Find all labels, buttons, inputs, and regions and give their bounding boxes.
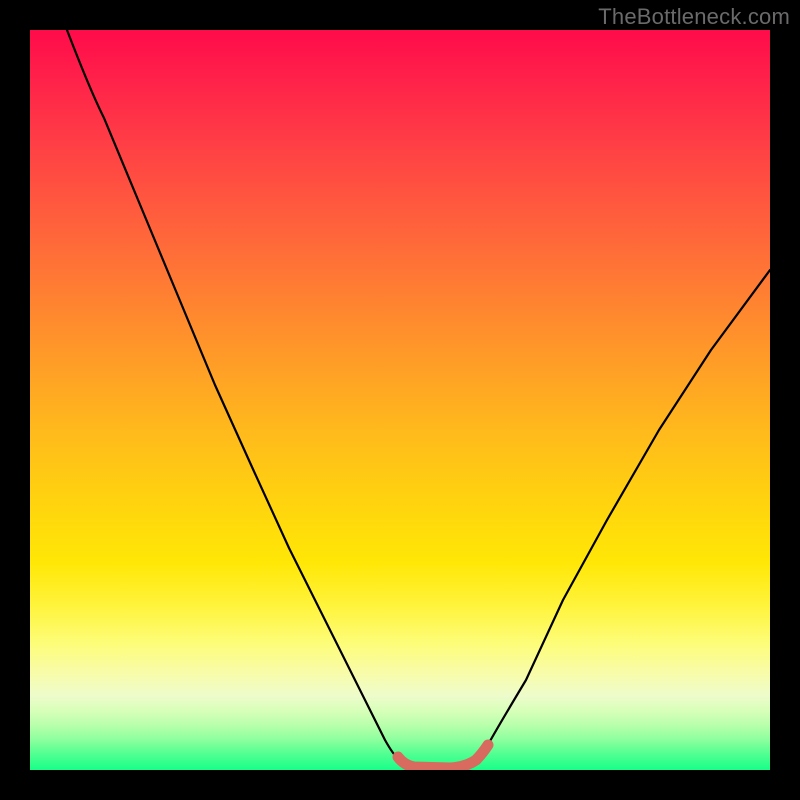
optimal-range-highlight — [398, 745, 488, 768]
watermark-text: TheBottleneck.com — [598, 4, 790, 30]
chart-frame: TheBottleneck.com — [0, 0, 800, 800]
chart-svg — [30, 30, 770, 770]
bottleneck-curve — [67, 30, 770, 769]
plot-area — [30, 30, 770, 770]
